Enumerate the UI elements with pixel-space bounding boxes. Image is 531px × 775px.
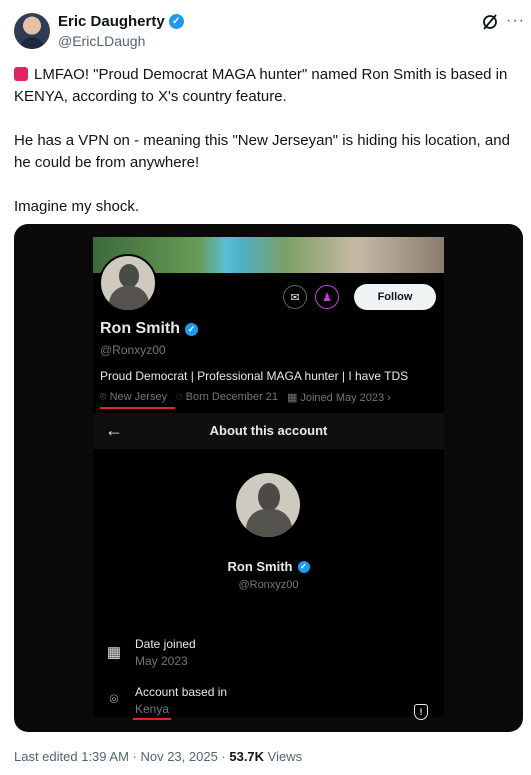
verified-badge-icon: ✓ (168, 14, 184, 29)
tweet-para-1: LMFAO! "Proud Democrat MAGA hunter" name… (14, 66, 508, 105)
profile-name-row: Ron Smith ✓ (100, 320, 198, 338)
profile-handle: @Ronxyz00 (100, 343, 166, 357)
edited-timestamp[interactable]: Last edited 1:39 AM · Nov 23, 2025 · (14, 749, 229, 764)
author-handle[interactable]: @EricLDaugh (58, 33, 145, 49)
views-count[interactable]: 53.7K (229, 749, 264, 764)
date-joined-value: May 2023 (135, 654, 188, 668)
more-options-icon[interactable]: ··· (506, 12, 525, 30)
about-name-row: Ron Smith ✓ (93, 559, 444, 574)
calendar-icon: ▦ (106, 644, 122, 661)
based-in-label: Account based in (135, 685, 228, 699)
author-name[interactable]: Eric Daugherty (58, 13, 165, 30)
profile-meta: ⌾ New Jersey ◌ Born December 21 ▦ Joined Ma… (100, 391, 391, 404)
location-pin-icon: ⌾ (100, 391, 107, 403)
profile-bio: Proud Democrat | Professional MAGA hunte… (100, 369, 409, 383)
profile-location: ⌾ New Jersey (100, 391, 168, 403)
embedded-screenshot: ✉ ♟ Follow Ron Smith ✓ @Ronxyz00 Proud D… (93, 237, 444, 720)
tweet-media-image[interactable]: ✉ ♟ Follow Ron Smith ✓ @Ronxyz00 Proud D… (14, 224, 523, 732)
author-name-row[interactable]: Eric Daugherty ✓ (58, 13, 184, 30)
tweet-footer: Last edited 1:39 AM · Nov 23, 2025 · 53.… (14, 749, 302, 764)
views-label: Views (264, 749, 303, 764)
tweet-para-3: Imagine my shock. (14, 198, 140, 215)
profile-name: Ron Smith (100, 320, 180, 337)
location-pin-icon: ⌾ (109, 691, 119, 708)
balloon-icon: ◌ (176, 391, 183, 403)
profile-born: ◌ Born December 21 (176, 391, 278, 403)
based-in-value: Kenya (135, 702, 170, 716)
about-title: About this account (209, 423, 328, 438)
grok-icon[interactable] (481, 13, 499, 31)
about-avatar (236, 473, 300, 537)
siren-emoji-icon (14, 67, 28, 81)
profile-joined: ▦ Joined May 2023 › (286, 392, 391, 404)
calendar-icon: ▦ (286, 392, 298, 404)
tweet-text: LMFAO! "Proud Democrat MAGA hunter" name… (14, 64, 519, 240)
subscribe-icon: ♟ (315, 285, 339, 309)
shield-info-icon: ! (414, 704, 428, 720)
about-handle: @Ronxyz00 (238, 579, 299, 591)
location-underline (100, 407, 175, 409)
author-avatar[interactable] (14, 13, 50, 49)
about-verified-icon: ✓ (297, 560, 310, 573)
profile-avatar (99, 254, 157, 312)
date-joined-label: Date joined (135, 637, 196, 651)
tweet-para-2: He has a VPN on - meaning this "New Jers… (14, 132, 510, 171)
about-header: ← About this account (93, 413, 444, 449)
messages-icon: ✉ (283, 285, 307, 309)
profile-verified-icon: ✓ (185, 322, 198, 336)
follow-button: Follow (354, 284, 436, 310)
based-in-underline (133, 718, 171, 720)
about-name: Ron Smith (227, 559, 293, 574)
